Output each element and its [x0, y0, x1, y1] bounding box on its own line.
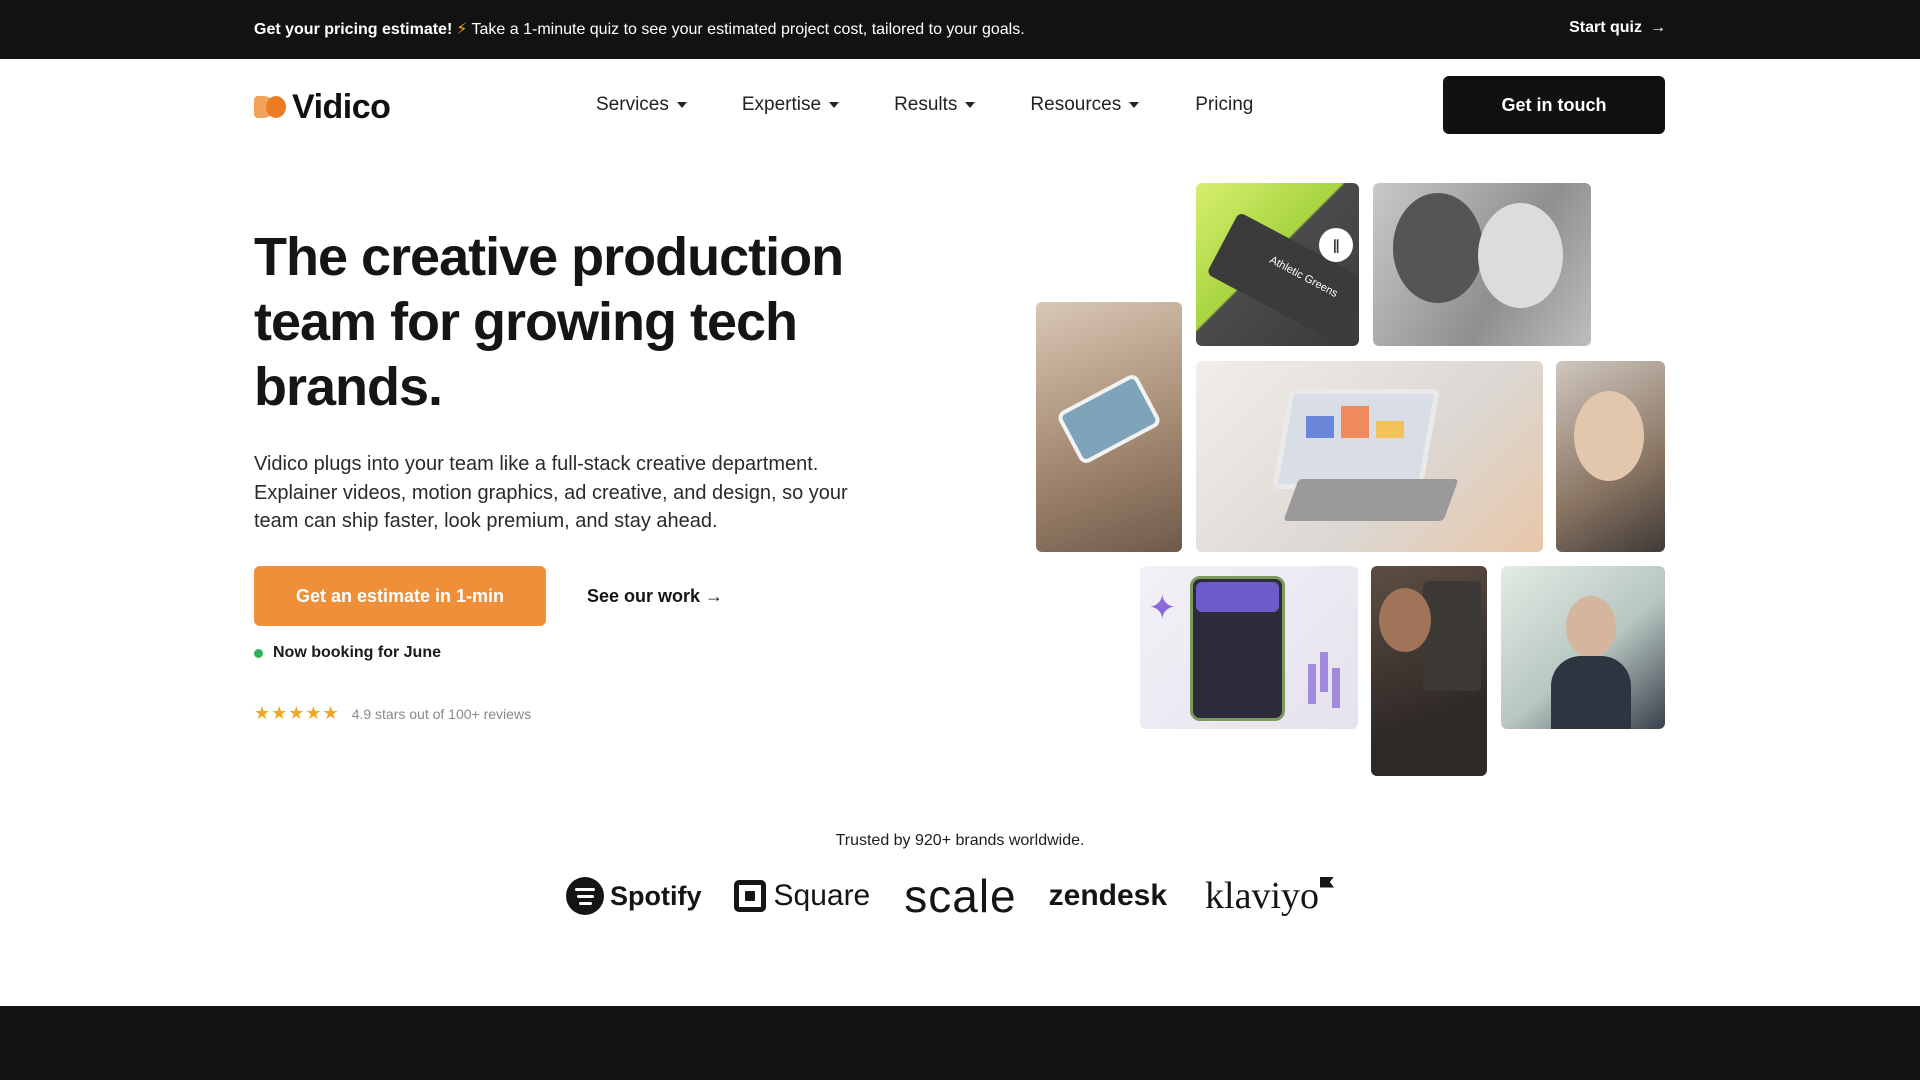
person-image: [1393, 193, 1483, 303]
nav-item-results[interactable]: Results: [894, 94, 976, 116]
square-logo: Square: [733, 879, 871, 913]
klaviyo-logo: klaviyo: [1205, 874, 1335, 918]
nav-item-label: Resources: [1030, 94, 1122, 115]
lightning-icon: ⚡: [456, 21, 468, 38]
person-image: [1566, 596, 1616, 658]
nav-menu: Services Expertise Results Resources Pri…: [596, 94, 1253, 116]
rating: ★★★★★ 4.9 stars out of 100+ reviews: [254, 703, 531, 724]
chart-bar-graphic: [1306, 416, 1334, 438]
vidico-logo-mark-icon: [254, 94, 288, 120]
hero-headline: The creative production team for growing…: [254, 227, 844, 417]
phone-image: [1055, 372, 1163, 466]
arrow-right-icon: →: [1650, 19, 1666, 36]
laptop-image: [1272, 389, 1440, 489]
work-thumbnail-portraits[interactable]: [1373, 183, 1591, 346]
announcement-message: Get your pricing estimate! ⚡ Take a 1-minu…: [254, 19, 1025, 39]
work-thumbnail-athletic-greens[interactable]: Athletic Greens ∥: [1196, 183, 1359, 346]
work-thumbnail-woman-office[interactable]: [1501, 566, 1665, 729]
work-thumbnail-smiling-man[interactable]: [1556, 361, 1665, 552]
start-quiz-link[interactable]: Start quiz →: [1569, 19, 1666, 37]
work-thumbnail-laptop[interactable]: [1196, 361, 1543, 552]
hero-subtext: Vidico plugs into your team like a full-…: [254, 453, 848, 532]
trusted-by-text: Trusted by 920+ brands worldwide.: [835, 832, 1085, 849]
keyboard-graphic: [1283, 479, 1459, 521]
scale-wordmark: scale: [904, 870, 1017, 922]
chart-bar-graphic: [1376, 421, 1404, 438]
caret-down-icon: [965, 102, 976, 108]
caret-down-icon: [676, 102, 687, 108]
announcement-lead: Get your pricing estimate!: [254, 21, 453, 38]
rating-text: 4.9 stars out of 100+ reviews: [351, 705, 532, 722]
vidico-logo[interactable]: Vidico: [254, 87, 391, 127]
caret-down-icon: [1129, 102, 1140, 108]
square-wordmark: Square: [773, 879, 871, 912]
stars-icon: ★★★★★: [254, 703, 340, 723]
nav-item-label: Results: [894, 94, 958, 115]
nav-item-resources[interactable]: Resources: [1030, 94, 1140, 116]
person-image: [1478, 203, 1563, 308]
start-quiz-label: Start quiz: [1569, 19, 1642, 36]
status-dot-icon: [254, 648, 263, 658]
nav-item-label: Pricing: [1195, 94, 1254, 115]
see-our-work-link[interactable]: See our work →: [587, 586, 723, 607]
spotify-logo: Spotify: [566, 877, 702, 915]
announcement-bar: Get your pricing estimate! ⚡ Take a 1-minu…: [0, 0, 1920, 59]
person-image: [1379, 588, 1431, 652]
logo-text: Vidico: [292, 87, 391, 126]
spotify-wordmark: Spotify: [610, 880, 702, 911]
caret-down-icon: [829, 102, 840, 108]
main-nav: Vidico Services Expertise Results Resour…: [0, 59, 1920, 151]
sparkle-icon: ✦: [1148, 589, 1177, 627]
nav-item-label: Expertise: [741, 94, 822, 115]
square-icon: [733, 880, 766, 912]
chart-bar-graphic: [1341, 406, 1369, 438]
brand-logos: Spotify Square scale zendesk klaviyo: [566, 869, 1335, 923]
booking-status: Now booking for June: [254, 644, 441, 662]
work-thumbnail-app-ui[interactable]: ✦: [1140, 566, 1358, 729]
person-image: [1574, 391, 1644, 481]
bar-chart-graphic: [1308, 664, 1316, 704]
nav-item-label: Services: [596, 94, 669, 115]
zendesk-logo: zendesk: [1049, 879, 1167, 913]
nav-item-services[interactable]: Services: [596, 94, 687, 116]
dark-section: [0, 1006, 1920, 1080]
booking-text: Now booking for June: [273, 644, 441, 661]
zendesk-wordmark: zendesk: [1048, 879, 1168, 912]
spotify-icon: [566, 877, 604, 915]
nav-item-expertise[interactable]: Expertise: [741, 94, 840, 116]
work-thumbnail-phone[interactable]: [1036, 302, 1182, 552]
scale-logo: scale: [904, 869, 1016, 923]
pause-icon[interactable]: ∥: [1319, 228, 1353, 262]
klaviyo-flag-icon: [1320, 876, 1335, 888]
get-in-touch-button[interactable]: Get in touch: [1443, 76, 1665, 134]
person-body-image: [1551, 656, 1631, 729]
app-overlay-image: [1423, 581, 1481, 691]
announcement-text: Take a 1-minute quiz to see your estimat…: [471, 21, 1025, 38]
work-thumbnail-person-phone[interactable]: [1371, 566, 1487, 776]
klaviyo-wordmark: klaviyo: [1205, 875, 1320, 917]
get-estimate-button[interactable]: Get an estimate in 1-min: [254, 566, 546, 626]
nav-item-pricing[interactable]: Pricing: [1195, 94, 1253, 116]
phone-screen-header: [1196, 582, 1279, 612]
